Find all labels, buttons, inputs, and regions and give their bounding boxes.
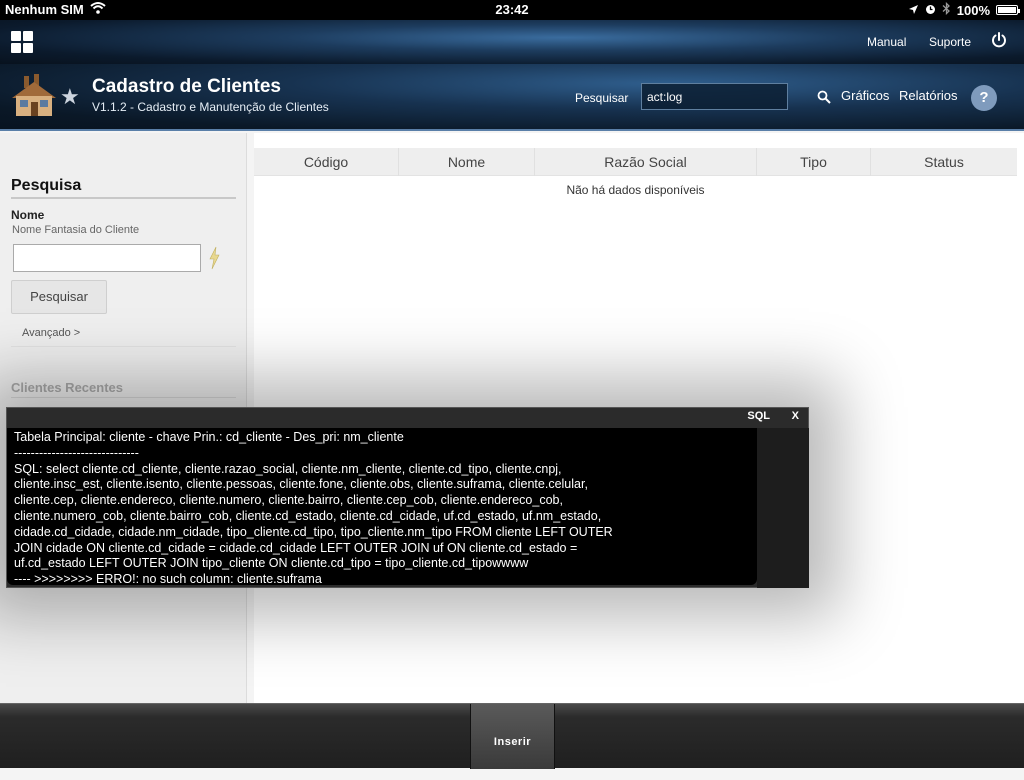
empty-message: Não há dados disponíveis — [566, 183, 705, 197]
sql-line: cliente.numero_cob, cliente.bairro_cob, … — [14, 508, 602, 523]
sql-panel-side — [757, 428, 809, 588]
sql-line: SQL: select cliente.cd_cliente, cliente.… — [14, 461, 562, 476]
column-header-codigo[interactable]: Código — [254, 148, 399, 176]
avancado-link[interactable]: Avançado > — [22, 327, 80, 339]
search-label: Pesquisar — [575, 91, 629, 105]
status-bar: Nenhum SIM 23:42 100% — [0, 0, 1024, 20]
clock: 23:42 — [495, 2, 529, 17]
manual-link[interactable]: Manual — [867, 35, 906, 49]
app-subtitle: V1.1.2 - Cadastro e Manutenção de Client… — [92, 100, 329, 114]
nome-hint: Nome Fantasia do Cliente — [12, 224, 140, 236]
divider — [11, 397, 236, 398]
search-icon[interactable] — [817, 90, 831, 104]
app-grid-icon[interactable] — [11, 31, 33, 53]
suporte-link[interactable]: Suporte — [929, 35, 971, 49]
search-heading: Pesquisa — [11, 177, 82, 194]
sql-line: Tabela Principal: cliente - chave Prin.:… — [14, 430, 404, 444]
graficos-link[interactable]: Gráficos — [841, 88, 889, 103]
sql-line: cliente.insc_est, cliente.isento, client… — [14, 477, 588, 492]
location-arrow-icon — [908, 3, 919, 18]
sql-panel-close-button[interactable]: X — [792, 410, 799, 422]
sql-line: ------------------------------ — [14, 445, 139, 460]
column-header-status[interactable]: Status — [871, 148, 1017, 176]
header-search-input[interactable] — [641, 83, 788, 110]
divider — [11, 197, 236, 199]
clock-lock-icon — [925, 3, 936, 18]
sql-error-line: ---- >>>>>>>> ERRO!: no such column: cli… — [14, 572, 322, 585]
column-header-razao-social[interactable]: Razão Social — [535, 148, 757, 176]
table-header: Código Nome Razão Social Tipo Status — [254, 148, 1017, 176]
bottom-toolbar: Inserir — [0, 703, 1024, 769]
top-nav-bar: Manual Suporte — [0, 20, 1024, 64]
app-header: ★ Cadastro de Clientes V1.1.2 - Cadastro… — [0, 64, 1024, 131]
battery-percent: 100% — [956, 2, 990, 18]
sql-line: JOIN cidade ON cliente.cd_cidade = cidad… — [14, 540, 578, 555]
sql-line: uf.cd_estado LEFT OUTER JOIN tipo_client… — [14, 556, 529, 571]
sql-debug-panel: SQL X Tabela Principal: cliente - chave … — [6, 407, 809, 588]
sql-line: cliente.cep, cliente.endereco, cliente.n… — [14, 493, 563, 508]
status-right: 100% — [908, 1, 1020, 18]
sql-panel-body: Tabela Principal: cliente - chave Prin.:… — [7, 428, 757, 585]
sql-panel-title: SQL — [747, 410, 770, 422]
inserir-button[interactable]: Inserir — [470, 704, 555, 769]
sql-line: cidade.cd_cidade, cidade.nm_cidade, tipo… — [14, 524, 613, 539]
column-header-nome[interactable]: Nome — [399, 148, 535, 176]
help-button[interactable]: ? — [971, 85, 997, 111]
app-title: Cadastro de Clientes — [92, 76, 281, 97]
lightning-icon[interactable] — [207, 246, 221, 270]
column-header-tipo[interactable]: Tipo — [757, 148, 871, 176]
nome-label: Nome — [11, 208, 45, 222]
battery-icon — [996, 5, 1020, 15]
power-icon[interactable] — [990, 31, 1008, 49]
nome-input[interactable] — [13, 244, 201, 272]
house-logo-icon — [10, 72, 58, 120]
divider — [11, 346, 236, 347]
recent-clients-heading: Clientes Recentes — [11, 380, 123, 395]
relatorios-link[interactable]: Relatórios — [899, 88, 958, 103]
pesquisar-button[interactable]: Pesquisar — [11, 280, 107, 314]
favorite-star-icon[interactable]: ★ — [60, 84, 80, 110]
bluetooth-icon — [942, 1, 951, 18]
